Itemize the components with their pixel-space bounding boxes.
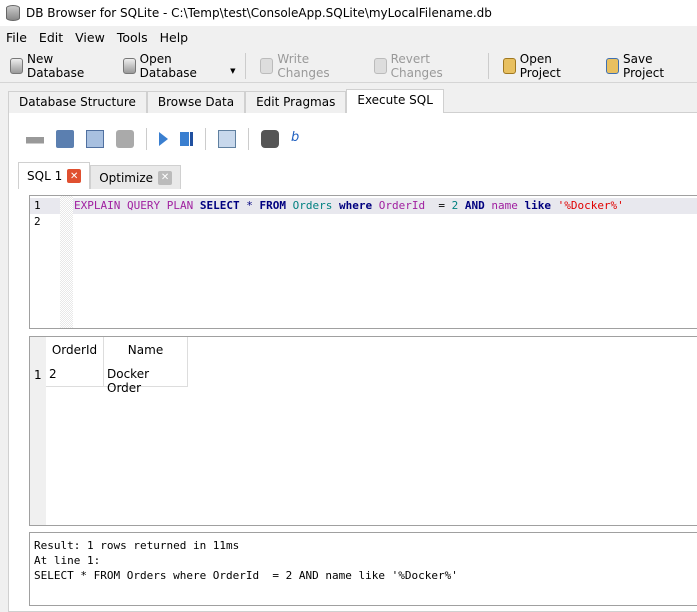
sql-token: '%Docker%'	[557, 199, 624, 212]
separator	[205, 128, 206, 150]
separator	[487, 53, 489, 79]
revert-changes-icon	[373, 58, 387, 74]
fold-margin	[60, 196, 73, 328]
tab-sql-1[interactable]: SQL 1 ✕	[18, 162, 91, 189]
tab-optimize[interactable]: Optimize ✕	[90, 165, 182, 189]
write-changes-icon	[260, 58, 274, 74]
window-title: DB Browser for SQLite - C:\Temp\test\Con…	[26, 6, 492, 20]
new-database-button[interactable]: New Database	[4, 52, 113, 80]
sql-token: like	[524, 199, 551, 212]
menu-help[interactable]: Help	[154, 28, 195, 48]
app-icon	[6, 5, 20, 21]
sql-tabs: SQL 1 ✕ Optimize ✕	[18, 162, 182, 189]
save-sql-file-icon[interactable]	[86, 130, 104, 148]
open-project-button[interactable]: Open Project	[497, 52, 596, 80]
sql-toolbar: b	[26, 128, 309, 150]
new-database-icon	[10, 58, 23, 74]
menu-edit[interactable]: Edit	[33, 28, 69, 48]
sql-token: Orders	[292, 199, 333, 212]
separator	[248, 128, 249, 150]
print-icon[interactable]	[116, 130, 134, 148]
open-database-button[interactable]: Open Database ▼	[117, 52, 242, 80]
sql-token: *	[239, 199, 260, 212]
open-database-icon	[122, 58, 136, 74]
tab-execute-sql[interactable]: Execute SQL	[346, 89, 444, 113]
main-tabs: Database Structure Browse Data Edit Prag…	[8, 89, 444, 113]
save-project-button[interactable]: Save Project	[600, 52, 697, 80]
separator	[146, 128, 147, 150]
sql-token: EXPLAIN QUERY PLAN	[74, 199, 200, 212]
result-line: Result: 1 rows returned in 11ms	[34, 539, 240, 552]
open-tab-icon[interactable]	[26, 130, 44, 148]
sql-code-line: EXPLAIN QUERY PLAN SELECT * FROM Orders …	[74, 199, 624, 212]
close-icon[interactable]: ✕	[158, 170, 173, 185]
tab-edit-pragmas[interactable]: Edit Pragmas	[245, 91, 347, 113]
line-number: 1	[34, 199, 41, 212]
sql-token: OrderId	[378, 199, 426, 212]
sql-token: =	[425, 199, 452, 212]
menu-tools[interactable]: Tools	[111, 28, 154, 48]
main-toolbar: New Database Open Database ▼ Write Change…	[0, 50, 697, 83]
cell-orderid[interactable]: 2	[46, 362, 104, 387]
sql-token: SELECT	[199, 199, 240, 212]
tab-browse-data[interactable]: Browse Data	[146, 91, 246, 113]
sql-token: AND	[464, 199, 485, 212]
close-icon[interactable]: ✕	[67, 169, 82, 183]
menu-file[interactable]: File	[0, 28, 33, 48]
sql-token: where	[338, 199, 373, 212]
tab-database-structure[interactable]: Database Structure	[8, 91, 147, 113]
line-number: 2	[34, 215, 41, 228]
result-line: SELECT * FROM Orders where OrderId = 2 A…	[34, 569, 458, 582]
results-grid[interactable]: OrderId Name 1 2 Docker Order	[29, 336, 697, 526]
open-sql-file-icon[interactable]	[56, 130, 74, 148]
save-project-icon	[606, 58, 620, 74]
menu-bar: File Edit View Tools Help	[0, 28, 194, 48]
dropdown-arrow-icon[interactable]: ▼	[230, 67, 235, 75]
column-header-name[interactable]: Name	[104, 337, 188, 362]
column-header-orderid[interactable]: OrderId	[46, 337, 104, 362]
execute-line-icon[interactable]	[180, 132, 193, 146]
write-changes-button[interactable]: Write Changes	[254, 52, 363, 80]
title-bar: DB Browser for SQLite - C:\Temp\test\Con…	[0, 0, 697, 26]
row-number[interactable]: 1	[30, 362, 46, 387]
cell-name[interactable]: Docker Order	[104, 362, 188, 395]
execute-all-icon[interactable]	[159, 132, 168, 146]
sql-token: FROM	[259, 199, 286, 212]
find-icon[interactable]	[261, 130, 279, 148]
find-replace-icon[interactable]: b	[291, 130, 309, 148]
sql-editor[interactable]: 1 2 EXPLAIN QUERY PLAN SELECT * FROM Ord…	[29, 195, 697, 329]
revert-changes-button[interactable]: Revert Changes	[368, 52, 484, 80]
result-line: At line 1:	[34, 554, 101, 567]
sql-token: name	[491, 199, 518, 212]
save-results-icon[interactable]	[218, 130, 236, 148]
open-project-icon	[502, 58, 516, 74]
separator	[245, 53, 247, 79]
result-message-pane: Result: 1 rows returned in 11ms At line 1…	[29, 532, 697, 606]
menu-view[interactable]: View	[69, 28, 111, 48]
